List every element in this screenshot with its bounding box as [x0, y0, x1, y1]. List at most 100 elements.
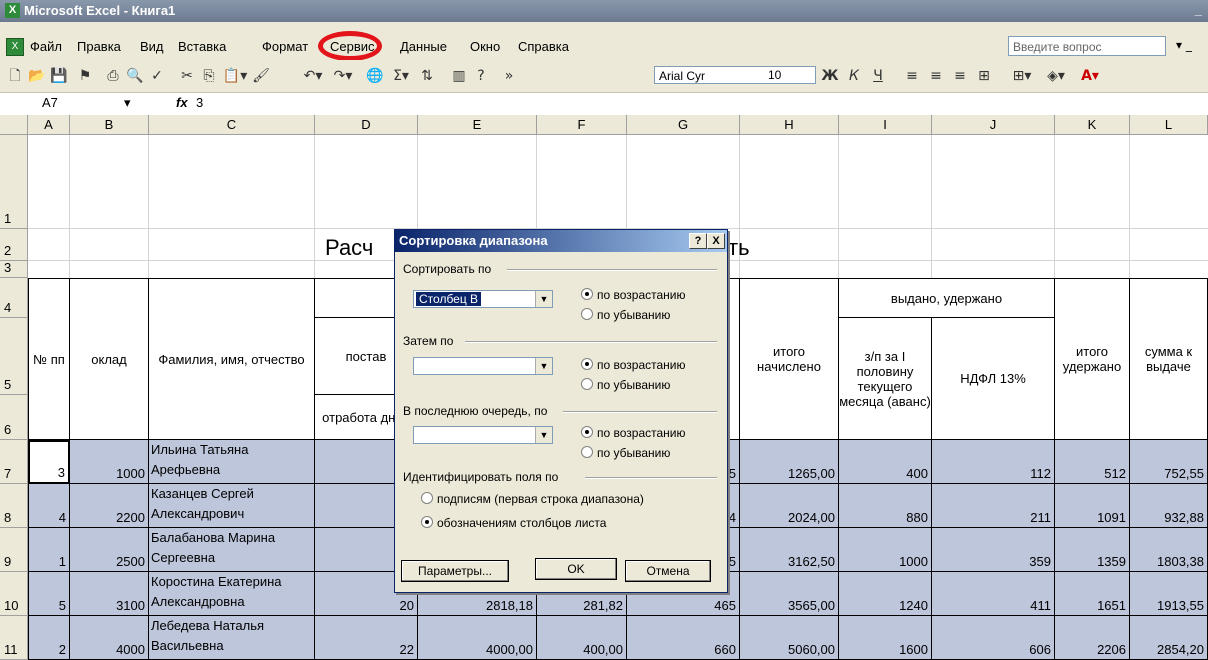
chevron-down-icon[interactable]: ▾ _	[1176, 38, 1192, 52]
dialog-help-button[interactable]: ?	[689, 233, 707, 249]
row-header-3[interactable]: 3	[0, 260, 28, 278]
column-header-h[interactable]: H	[740, 115, 839, 135]
cell-i[interactable]: 1600	[839, 616, 932, 660]
column-header-a[interactable]: A	[28, 115, 70, 135]
menu-file[interactable]: Файл	[30, 39, 62, 54]
permission-icon[interactable]: ⚑	[76, 66, 94, 86]
cell-e[interactable]: 4000,00	[418, 616, 537, 660]
cell-l[interactable]: 1913,55	[1130, 572, 1208, 616]
cell-h[interactable]: 3565,00	[740, 572, 839, 616]
format-painter-icon[interactable]: 🖌	[252, 66, 270, 86]
cell-j[interactable]: 112	[932, 440, 1055, 484]
sort1-desc-radio[interactable]: по убыванию	[581, 308, 670, 322]
row-header-5[interactable]: 5	[0, 318, 28, 395]
menu-view[interactable]: Вид	[140, 39, 164, 54]
fx-icon[interactable]: fx	[176, 95, 188, 110]
cell-k[interactable]: 1091	[1055, 484, 1130, 528]
cell-h[interactable]: 5060,00	[740, 616, 839, 660]
row-header-2[interactable]: 2	[0, 229, 28, 261]
menu-data[interactable]: Данные	[400, 39, 447, 54]
cell-name[interactable]: Ильина Татьяна Арефьевна	[149, 440, 315, 484]
sort3-asc-radio[interactable]: по возрастанию	[581, 426, 686, 440]
print-icon[interactable]: ⎙	[104, 66, 122, 86]
cell-h[interactable]: 2024,00	[740, 484, 839, 528]
row-header-10[interactable]: 10	[0, 572, 28, 616]
menu-window[interactable]: Окно	[470, 39, 500, 54]
save-icon[interactable]: 💾	[50, 66, 68, 86]
cell-name[interactable]: Казанцев Сергей Александрович	[149, 484, 315, 528]
copy-icon[interactable]: ⎘	[200, 66, 218, 86]
cut-icon[interactable]: ✂	[178, 66, 196, 86]
cell-k[interactable]: 512	[1055, 440, 1130, 484]
undo-icon[interactable]: ↶▾	[300, 66, 326, 86]
cell-j[interactable]: 606	[932, 616, 1055, 660]
cell-n[interactable]: 2	[28, 616, 70, 660]
select-all-corner[interactable]	[0, 115, 28, 135]
cell-n[interactable]: 3	[28, 440, 70, 484]
cell-i[interactable]: 880	[839, 484, 932, 528]
cell-i[interactable]: 400	[839, 440, 932, 484]
column-header-g[interactable]: G	[627, 115, 740, 135]
minimize-icon[interactable]: _	[1195, 2, 1202, 17]
identify-columns-radio[interactable]: обозначениям столбцов листа	[421, 516, 606, 530]
cell-j[interactable]: 411	[932, 572, 1055, 616]
font-size-select[interactable]: 10	[764, 66, 814, 84]
cell-l[interactable]: 2854,20	[1130, 616, 1208, 660]
sort-by-select[interactable]: Столбец B ▼	[413, 290, 553, 308]
row-header-8[interactable]: 8	[0, 484, 28, 528]
menu-help[interactable]: Справка	[518, 39, 569, 54]
identify-labels-radio[interactable]: подписям (первая строка диапазона)	[421, 492, 644, 506]
column-header-e[interactable]: E	[418, 115, 537, 135]
last-by-select[interactable]: ▼	[413, 426, 553, 444]
sort2-desc-radio[interactable]: по убыванию	[581, 378, 670, 392]
new-icon[interactable]: 🗋	[6, 66, 24, 86]
row-header-7[interactable]: 7	[0, 440, 28, 484]
row-header-11[interactable]: 11	[0, 616, 28, 660]
parameters-button[interactable]: Параметры...	[401, 560, 509, 582]
row-header-9[interactable]: 9	[0, 528, 28, 572]
cell-l[interactable]: 752,55	[1130, 440, 1208, 484]
borders-icon[interactable]: ⊞▾	[1008, 66, 1036, 86]
underline-icon[interactable]: Ч	[868, 66, 888, 86]
dialog-close-button[interactable]: X	[707, 233, 725, 249]
more-buttons-icon[interactable]: »	[502, 66, 516, 86]
formula-input[interactable]: 3	[196, 95, 203, 110]
italic-icon[interactable]: К	[844, 66, 864, 86]
merge-center-icon[interactable]: ⊞	[974, 66, 994, 86]
cell-f[interactable]: 400,00	[537, 616, 627, 660]
column-header-f[interactable]: F	[537, 115, 627, 135]
menu-edit[interactable]: Правка	[77, 39, 121, 54]
ok-button[interactable]: OK	[535, 558, 617, 580]
cell-k[interactable]: 1651	[1055, 572, 1130, 616]
redo-icon[interactable]: ↷▾	[330, 66, 356, 86]
cell-l[interactable]: 1803,38	[1130, 528, 1208, 572]
column-header-c[interactable]: C	[149, 115, 315, 135]
open-icon[interactable]: 📂	[28, 66, 46, 86]
name-box-chevron-icon[interactable]: ▾	[124, 95, 131, 111]
cell-h[interactable]: 1265,00	[740, 440, 839, 484]
cell-salary[interactable]: 2500	[70, 528, 149, 572]
column-header-b[interactable]: B	[70, 115, 149, 135]
bold-icon[interactable]: Ж	[820, 66, 840, 86]
cell-name[interactable]: Балабанова Марина Сергеевна	[149, 528, 315, 572]
align-center-icon[interactable]: ≡	[926, 66, 946, 86]
name-box[interactable]: A7	[42, 95, 132, 111]
cell-n[interactable]: 5	[28, 572, 70, 616]
ask-question-input[interactable]: Введите вопрос	[1008, 36, 1166, 56]
spelling-icon[interactable]: ✓	[148, 66, 166, 86]
menu-insert[interactable]: Вставка	[178, 39, 226, 54]
cell-j[interactable]: 211	[932, 484, 1055, 528]
menu-format[interactable]: Формат	[262, 39, 308, 54]
row-header-4[interactable]: 4	[0, 278, 28, 318]
cell-salary[interactable]: 1000	[70, 440, 149, 484]
cell-name[interactable]: Коростина Екатерина Александровна	[149, 572, 315, 616]
cell-d[interactable]: 22	[315, 616, 418, 660]
help-icon[interactable]: ?	[472, 66, 490, 86]
sort-ascending-icon[interactable]: ⇅	[418, 66, 436, 86]
cell-n[interactable]: 4	[28, 484, 70, 528]
chevron-down-icon[interactable]: ▼	[535, 427, 552, 443]
sort3-desc-radio[interactable]: по убыванию	[581, 446, 670, 460]
sort2-asc-radio[interactable]: по возрастанию	[581, 358, 686, 372]
autosum-icon[interactable]: Σ▾	[388, 66, 414, 86]
sort1-asc-radio[interactable]: по возрастанию	[581, 288, 686, 302]
